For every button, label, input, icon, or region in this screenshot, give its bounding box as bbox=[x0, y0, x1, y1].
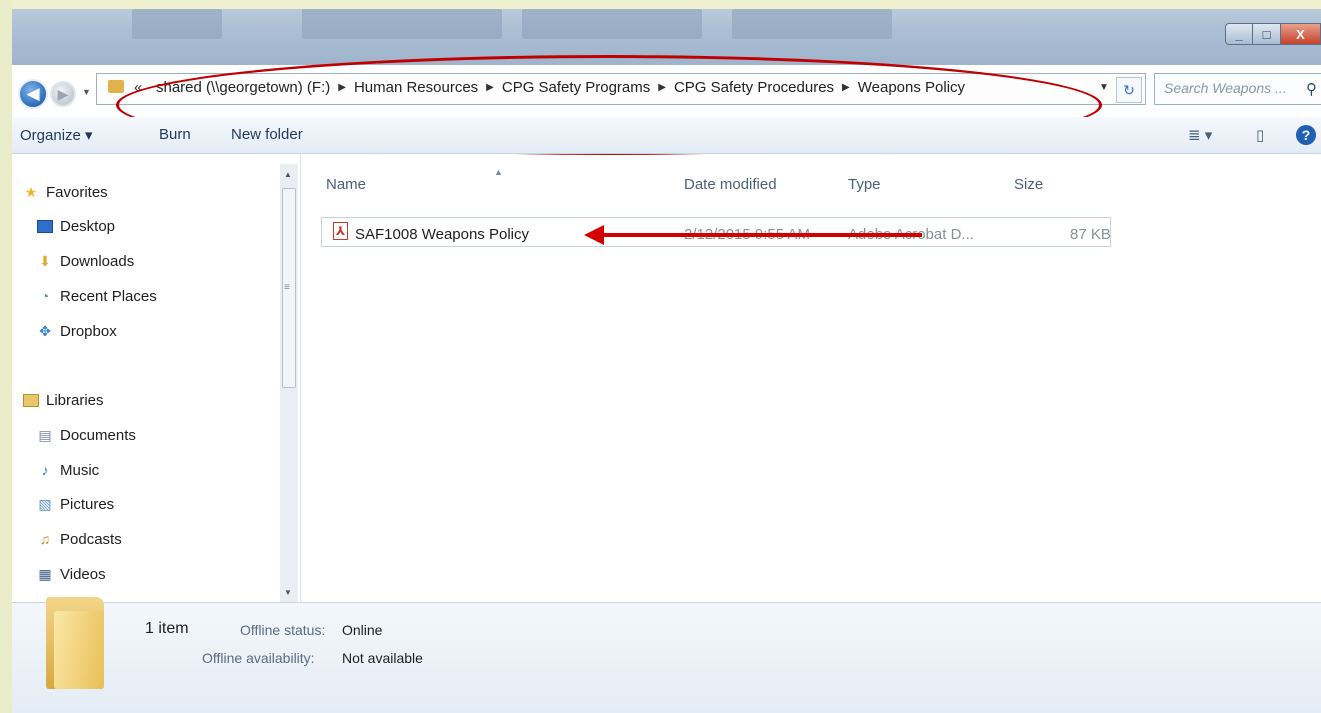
scroll-down-icon[interactable]: ▼ bbox=[284, 588, 292, 597]
nav-pictures[interactable]: ▧ Pictures bbox=[36, 493, 114, 515]
forward-button[interactable]: ▶ bbox=[50, 81, 76, 107]
folder-icon bbox=[46, 597, 104, 689]
recent-pages-dropdown[interactable]: ▼ bbox=[82, 87, 91, 97]
new-folder-button[interactable]: New folder bbox=[231, 126, 303, 143]
search-icon[interactable]: ⚲ bbox=[1306, 80, 1317, 98]
nav-recent-places[interactable]: ◔ Recent Places bbox=[36, 285, 157, 307]
nav-music[interactable]: ♪ Music bbox=[36, 459, 100, 481]
back-arrow-icon: ◀ bbox=[26, 84, 40, 103]
window-controls: _ □ X bbox=[1225, 23, 1321, 45]
breadcrumb-safety-programs[interactable]: CPG Safety Programs bbox=[502, 79, 650, 96]
file-name[interactable]: SAF1008 Weapons Policy bbox=[355, 226, 529, 243]
nav-desktop[interactable]: Desktop bbox=[36, 215, 115, 237]
breadcrumb-safety-procedures[interactable]: CPG Safety Procedures bbox=[674, 79, 834, 96]
nav-dropbox[interactable]: ✥ Dropbox bbox=[36, 320, 117, 342]
forward-arrow-icon: ▶ bbox=[57, 85, 69, 102]
organize-button[interactable]: Organize ▾ bbox=[20, 126, 93, 144]
title-blur bbox=[522, 9, 702, 39]
offline-availability-value: Not available bbox=[342, 650, 423, 666]
sort-ascending-icon: ▲ bbox=[494, 167, 503, 177]
nav-podcasts[interactable]: ♫ Podcasts bbox=[36, 528, 122, 550]
libraries-icon bbox=[22, 392, 40, 408]
videos-icon: ▦ bbox=[38, 565, 52, 582]
nav-libraries[interactable]: Libraries bbox=[22, 389, 104, 411]
breadcrumb: shared (\\georgetown) (F:) ▶ Human Resou… bbox=[156, 79, 965, 96]
nav-dropbox-label: Dropbox bbox=[60, 322, 117, 340]
breadcrumb-separator-icon[interactable]: ▶ bbox=[338, 82, 346, 93]
burn-button[interactable]: Burn bbox=[159, 126, 191, 143]
command-bar: Organize ▾ Burn New folder ≣ ▾ ▯ ? bbox=[12, 117, 1321, 154]
column-header-size[interactable]: Size bbox=[1014, 176, 1043, 193]
address-overflow[interactable]: « bbox=[134, 79, 142, 96]
title-blur bbox=[302, 9, 502, 39]
file-size: 87 KB bbox=[1070, 226, 1111, 243]
close-button[interactable]: X bbox=[1281, 23, 1321, 45]
slide-background bbox=[0, 0, 12, 713]
help-icon[interactable]: ? bbox=[1296, 125, 1316, 145]
item-count: 1 item bbox=[145, 620, 189, 637]
breadcrumb-human-resources[interactable]: Human Resources bbox=[354, 79, 478, 96]
nav-favorites-label: Favorites bbox=[46, 183, 108, 201]
scroll-grip-icon: ≡ bbox=[284, 282, 290, 293]
nav-documents[interactable]: ▤ Documents bbox=[36, 424, 136, 446]
pictures-icon: ▧ bbox=[38, 495, 52, 512]
refresh-button[interactable]: ↻ bbox=[1116, 77, 1142, 103]
offline-status-value: Online bbox=[342, 622, 383, 638]
nav-desktop-label: Desktop bbox=[60, 217, 116, 235]
pdf-file-icon: ⅄ bbox=[333, 222, 348, 240]
nav-pictures-label: Pictures bbox=[60, 495, 115, 513]
title-blur bbox=[732, 9, 892, 39]
documents-icon: ▤ bbox=[38, 426, 52, 443]
explorer-window: _ □ X ◀ ▶ ▼ « shared (\\georgetown) (F:)… bbox=[12, 9, 1321, 713]
scroll-up-icon[interactable]: ▲ bbox=[284, 170, 292, 179]
recent-places-icon: ◔ bbox=[40, 288, 50, 304]
music-icon: ♪ bbox=[41, 462, 49, 478]
annotation-arrow-icon bbox=[584, 225, 604, 245]
nav-documents-label: Documents bbox=[60, 426, 136, 444]
offline-availability-label: Offline availability: bbox=[202, 650, 315, 666]
column-header-type[interactable]: Type bbox=[848, 176, 881, 193]
breadcrumb-drive[interactable]: shared (\\georgetown) (F:) bbox=[156, 79, 330, 96]
breadcrumb-weapons-policy[interactable]: Weapons Policy bbox=[858, 79, 965, 96]
nav-recent-places-label: Recent Places bbox=[60, 287, 157, 305]
views-icon[interactable]: ≣ ▾ bbox=[1188, 126, 1212, 144]
nav-libraries-label: Libraries bbox=[46, 391, 104, 409]
nav-scrollbar[interactable]: ▲ ≡ ▼ bbox=[280, 164, 298, 602]
nav-music-label: Music bbox=[60, 461, 100, 479]
folder-icon bbox=[108, 80, 124, 93]
title-blur bbox=[132, 9, 222, 39]
annotation-arrow-shaft bbox=[602, 233, 922, 237]
address-dropdown-icon[interactable]: ▼ bbox=[1099, 82, 1109, 93]
breadcrumb-separator-icon[interactable]: ▶ bbox=[842, 82, 850, 93]
back-button[interactable]: ◀ bbox=[18, 79, 48, 109]
nav-downloads[interactable]: ⬇ Downloads bbox=[36, 250, 134, 272]
maximize-button[interactable]: □ bbox=[1253, 23, 1281, 45]
column-header-name[interactable]: Name bbox=[326, 176, 366, 193]
nav-favorites[interactable]: ★ Favorites bbox=[22, 181, 108, 203]
title-bar: _ □ X bbox=[12, 9, 1321, 65]
desktop-icon bbox=[36, 218, 54, 234]
search-placeholder: Search Weapons ... bbox=[1164, 80, 1287, 96]
preview-pane-icon[interactable]: ▯ bbox=[1256, 126, 1264, 144]
refresh-icon: ↻ bbox=[1123, 81, 1135, 98]
pane-divider[interactable] bbox=[300, 154, 301, 602]
nav-downloads-label: Downloads bbox=[60, 252, 135, 270]
minimize-button[interactable]: _ bbox=[1225, 23, 1253, 45]
breadcrumb-separator-icon[interactable]: ▶ bbox=[658, 82, 666, 93]
breadcrumb-separator-icon[interactable]: ▶ bbox=[486, 82, 494, 93]
downloads-icon: ⬇ bbox=[39, 252, 51, 269]
star-icon: ★ bbox=[24, 183, 38, 200]
column-header-date[interactable]: Date modified bbox=[684, 176, 777, 193]
nav-videos[interactable]: ▦ Videos bbox=[36, 563, 106, 585]
podcasts-icon: ♫ bbox=[39, 531, 51, 547]
nav-videos-label: Videos bbox=[60, 565, 106, 583]
nav-podcasts-label: Podcasts bbox=[60, 530, 122, 548]
dropbox-icon: ✥ bbox=[39, 322, 51, 339]
offline-status-label: Offline status: bbox=[240, 622, 326, 638]
